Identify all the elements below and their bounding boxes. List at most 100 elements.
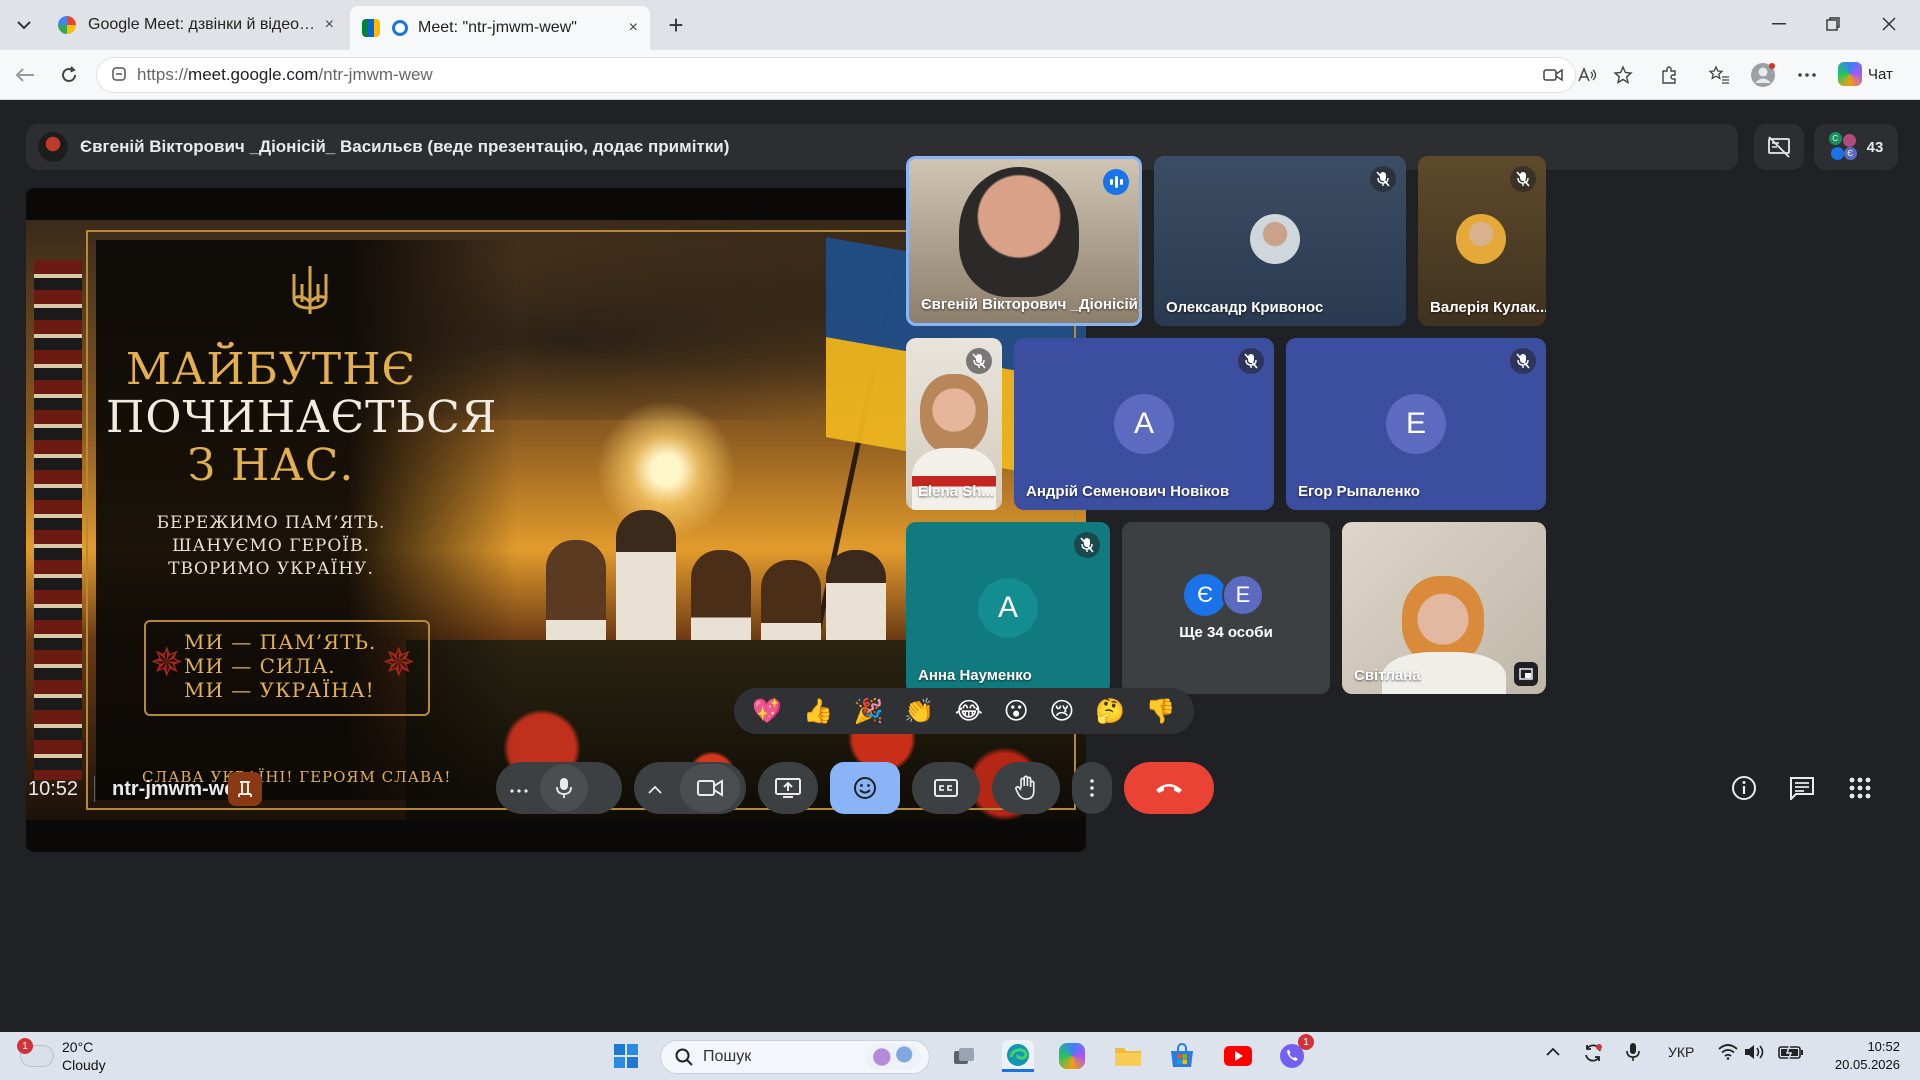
weather-badge: 1 (17, 1038, 33, 1054)
meeting-badge-icon[interactable] (228, 772, 262, 806)
search-placeholder: Пошук (703, 1048, 752, 1065)
camera-button[interactable] (680, 764, 740, 812)
copilot-chat-button[interactable]: Чат (1838, 62, 1893, 86)
ornament-star-icon: ✵ (150, 641, 184, 685)
slide-subline: БЕРЕЖИМО ПАМ’ЯТЬ. ШАНУЄМО ГЕРОЇВ. ТВОРИМ… (156, 513, 386, 579)
volume-icon[interactable] (1744, 1044, 1766, 1063)
read-aloud-icon[interactable] (1570, 58, 1604, 92)
reaction-thumbs-up[interactable]: 👍 (803, 697, 833, 726)
taskbar-search[interactable]: Пошук (660, 1040, 930, 1074)
audio-options-icon[interactable] (510, 776, 528, 799)
participant-tile[interactable]: Е Егор Рыпаленко (1286, 338, 1546, 510)
tab-meet-active[interactable]: Meet: "ntr-jmwm-wew" × (350, 6, 650, 50)
copilot-app-icon[interactable] (1056, 1040, 1088, 1072)
reactions-button[interactable] (830, 762, 900, 814)
reload-icon[interactable] (54, 60, 84, 90)
video-camera-icon (697, 779, 723, 797)
chat-label: Чат (1868, 65, 1893, 83)
favorite-star-icon[interactable] (1606, 58, 1640, 92)
new-tab-button[interactable]: + (660, 10, 692, 40)
task-view-icon[interactable] (948, 1040, 980, 1072)
mic-off-icon (966, 348, 992, 374)
leave-call-button[interactable] (1124, 762, 1214, 814)
tab-actions-chevron-icon[interactable] (10, 12, 38, 38)
participant-name: Олександр Кривонос (1166, 299, 1324, 316)
wifi-icon[interactable] (1718, 1044, 1738, 1063)
reaction-sad[interactable]: 😢 (1049, 697, 1074, 726)
mic-button[interactable] (540, 764, 588, 812)
reaction-surprised[interactable]: 😮 (1004, 697, 1029, 726)
mic-off-icon (1510, 348, 1536, 374)
reaction-laugh[interactable]: 😂 (955, 697, 983, 726)
microphone-icon (556, 778, 572, 798)
mic-off-icon (1238, 348, 1264, 374)
favorites-list-icon[interactable] (1702, 58, 1736, 92)
participant-tile-speaker[interactable]: Євгеній Вікторович _Діонісій_ Ва... (906, 156, 1142, 326)
participant-name: Анна Науменко (918, 667, 1032, 684)
tab-google-meet[interactable]: Google Meet: дзвінки й відеоконф × (46, 6, 346, 44)
participant-name: Elena Sh... (918, 483, 994, 500)
captions-button[interactable] (912, 762, 980, 814)
slide-motto: МИ — ПАМ’ЯТЬ. МИ — СИЛА. МИ — УКРАЇНА! (184, 630, 377, 702)
activities-grid-icon[interactable] (1842, 770, 1878, 806)
site-info-icon[interactable] (111, 66, 127, 85)
tab-title: Google Meet: дзвінки й відеоконф (88, 16, 317, 33)
restore-icon[interactable] (1810, 8, 1856, 40)
participant-initial: Є (1184, 574, 1226, 616)
file-explorer-icon[interactable] (1112, 1040, 1144, 1072)
participant-tile[interactable]: Валерія Кулак... (1418, 156, 1546, 326)
tray-microphone-icon[interactable] (1626, 1042, 1640, 1065)
camera-permission-icon[interactable] (1536, 58, 1570, 92)
close-window-icon[interactable] (1866, 8, 1912, 40)
system-time: 10:52 (1867, 1039, 1900, 1054)
embroidered-shirt (912, 448, 996, 510)
present-screen-button[interactable] (758, 762, 818, 814)
reaction-thumbs-down[interactable]: 👎 (1146, 697, 1176, 726)
participant-tile[interactable]: Elena Sh... (906, 338, 1002, 510)
system-clock[interactable]: 10:52 20.05.2026 (1820, 1038, 1900, 1074)
present-screen-icon (775, 778, 801, 798)
reaction-heart[interactable]: 💖 (752, 697, 782, 726)
more-vertical-icon (1090, 779, 1094, 797)
trident-icon (288, 264, 332, 329)
participants-button[interactable]: С Є 43 (1814, 124, 1898, 170)
participant-avatar (1250, 214, 1300, 264)
input-language[interactable]: УКР (1668, 1044, 1694, 1060)
weather-widget[interactable]: 1 20°C Cloudy (17, 1038, 106, 1074)
extensions-icon[interactable] (1652, 58, 1686, 92)
reaction-party[interactable]: 🎉 (854, 697, 884, 726)
profile-avatar[interactable] (1746, 58, 1780, 92)
participant-tile[interactable]: А Анна Науменко (906, 522, 1110, 694)
tab-close-icon[interactable]: × (325, 16, 334, 34)
viber-icon[interactable]: 1 (1276, 1034, 1314, 1072)
participant-name: Егор Рыпаленко (1298, 483, 1420, 500)
edge-browser-icon[interactable] (1002, 1040, 1034, 1072)
youtube-icon[interactable] (1222, 1040, 1254, 1072)
address-bar[interactable]: https://meet.google.com/ntr-jmwm-wew (96, 57, 1576, 93)
sync-icon[interactable] (1582, 1042, 1604, 1067)
battery-icon[interactable] (1778, 1044, 1804, 1063)
participant-initial: Е (1222, 574, 1264, 616)
search-highlight-image (865, 1044, 921, 1070)
meeting-info-icon[interactable] (1726, 770, 1762, 806)
more-menu-icon[interactable] (1790, 58, 1824, 92)
pin-tile-icon[interactable] (1514, 662, 1538, 686)
chat-icon[interactable] (1784, 770, 1820, 806)
participant-tile[interactable]: Олександр Кривонос (1154, 156, 1406, 326)
more-options-button[interactable] (1072, 762, 1112, 814)
minimize-icon[interactable] (1756, 8, 1802, 40)
video-options-chevron-icon[interactable] (648, 778, 662, 801)
more-participants-tile[interactable]: Є Е Ще 34 особи (1122, 522, 1330, 694)
microsoft-store-icon[interactable] (1166, 1040, 1198, 1072)
back-arrow-icon[interactable] (10, 60, 40, 90)
raise-hand-button[interactable] (992, 762, 1060, 814)
stop-presentation-button[interactable] (1754, 124, 1804, 170)
reaction-clap[interactable]: 👏 (904, 697, 934, 726)
tab-close-icon[interactable]: × (629, 19, 638, 37)
participant-tile[interactable]: Світлана (1342, 522, 1546, 694)
show-hidden-icons-chevron-icon[interactable] (1546, 1044, 1560, 1060)
reaction-thinking[interactable]: 🤔 (1095, 697, 1125, 726)
mic-off-icon (1510, 166, 1536, 192)
participant-tile[interactable]: А Андрій Семенович Новіков (1014, 338, 1274, 510)
windows-start-icon[interactable] (610, 1040, 642, 1072)
